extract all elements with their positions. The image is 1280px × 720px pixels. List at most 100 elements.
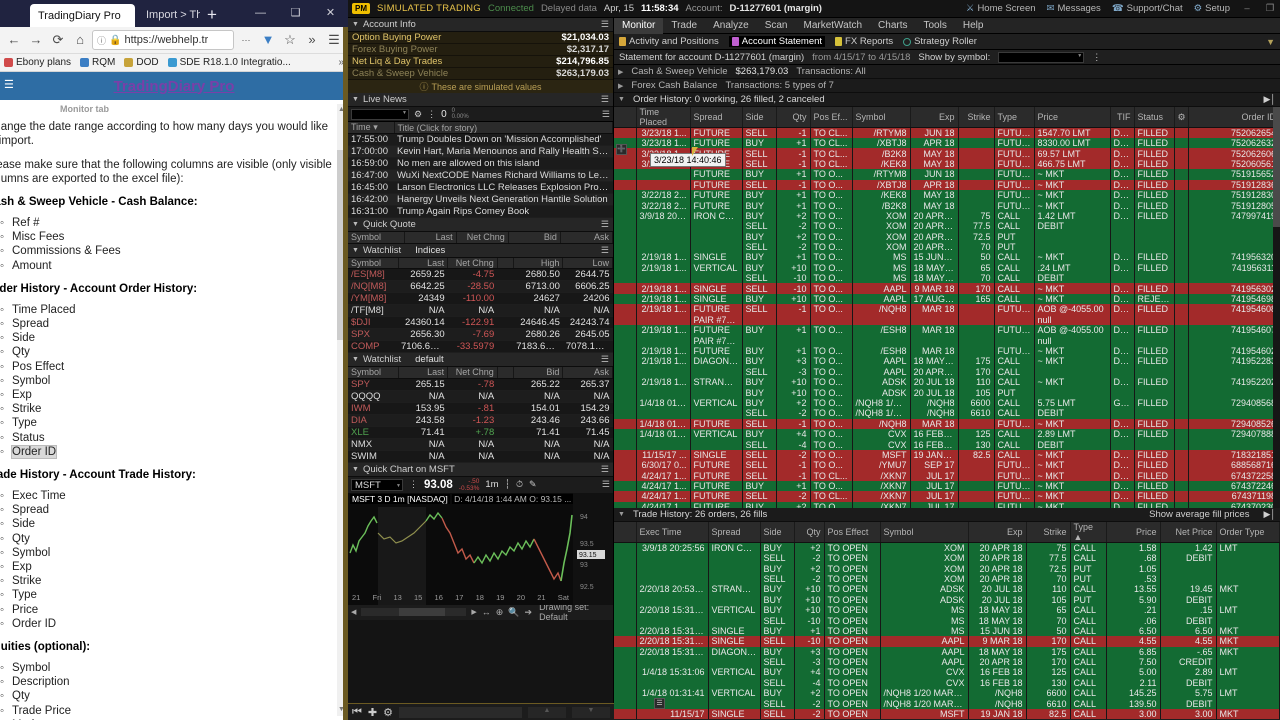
table-row[interactable]: 2/19/18 1... FUTURE BUY +1 TO O.../ESH8 MAR 1… [614, 325, 1280, 336]
table-row[interactable]: XLE 71.41 +.78 71.41 71.45 [348, 426, 613, 439]
table-row[interactable]: SPX 2656.30 -7.69 2680.26 2645.05 [348, 328, 613, 341]
table-row[interactable]: 2/19/18 1... DIAGONAL BUY +3 TO O... AAPL 18 M… [614, 356, 1280, 367]
column-last[interactable]: Last [398, 367, 449, 379]
table-row[interactable]: QQQQ N/A N/A N/A N/A [348, 390, 613, 403]
column-side[interactable]: Side [742, 107, 777, 128]
gadget-menu-icon[interactable]: ☰ [602, 479, 610, 490]
table-row[interactable]: 2/20/18 15:31:... SINGLE SELL -10 TO OPEN AAP… [614, 636, 1280, 647]
table-row[interactable]: COMP 7106.6498 -33.5979 7183.6237 7078.1386 [348, 340, 613, 353]
chevron-down-icon[interactable]: ▼ [352, 221, 359, 228]
gadget-menu-icon[interactable]: ☰ [601, 245, 609, 256]
table-row[interactable]: /NQ[M8] 6642.25 -28.50 6713.00 6606.25 [348, 280, 613, 293]
column-exp[interactable]: Exp [910, 107, 959, 128]
scroll-down-icon[interactable]: ▼ [572, 706, 610, 718]
chart-timeframe[interactable]: 1m [485, 479, 498, 490]
column-bid[interactable]: Bid [513, 367, 564, 379]
reload-icon[interactable]: ⟳ [48, 30, 68, 50]
forward-icon[interactable]: → [26, 30, 46, 50]
column-pos-effect[interactable]: Pos Ef... [810, 107, 853, 128]
table-row[interactable]: 2/20/18 15:31:... DIAGONAL BUY +3 TO OPEN AAP… [614, 646, 1280, 657]
chevron-down-icon[interactable]: ▼ [352, 466, 359, 473]
address-bar[interactable]: ⓘ 🔒 https://webhelp.tr [92, 30, 234, 50]
table-row[interactable]: Cash & Sweep Vehicle $263,179.03 [348, 68, 613, 80]
tab-marketwatch[interactable]: MarketWatch [796, 18, 871, 34]
column-ask[interactable]: Ask [560, 232, 614, 244]
table-row[interactable]: 16:45:00 Larson Electronics LLC Releases … [348, 181, 613, 194]
gadget-menu-icon[interactable]: ☰ [601, 354, 609, 365]
section-forex-cash-balance[interactable]: ▶ Forex Cash Balance Transactions: 5 typ… [614, 79, 1280, 93]
setup-button[interactable]: ⚙ Setup [1194, 3, 1230, 14]
table-row[interactable]: 2/20/18 15:31:... SINGLE BUY +1 TO OPEN MS 15 … [614, 625, 1280, 637]
table-row[interactable]: SWIM N/A N/A N/A N/A [348, 450, 613, 463]
column-qty[interactable]: Qty [794, 522, 825, 543]
quick-chart-canvas[interactable]: MSFT 3 D 1m [NASDAQ] D: 4/14/18 1:44 AM … [348, 492, 613, 605]
bookmark-1[interactable]: RQM [80, 57, 115, 68]
table-row[interactable]: 1/4/18 01:31:41 VERTICAL BUY +2 TO OPEN/NQH8… [614, 688, 1280, 699]
expand-icon[interactable]: ▶│ [1263, 94, 1276, 105]
column-net-chng[interactable]: Net Chng [456, 232, 509, 244]
tab-analyze[interactable]: Analyze [705, 18, 757, 34]
table-row[interactable]: 16:31:00 Trump Again Rips Comey Book [348, 205, 613, 218]
column-exp[interactable]: Exp [968, 522, 1027, 543]
gear-icon[interactable]: ⚙ [414, 109, 422, 120]
chevron-down-icon[interactable]: ▼ [352, 247, 359, 254]
scroll-up-icon[interactable]: ▲ [528, 706, 566, 718]
column-net-price[interactable]: Net Price [1160, 522, 1217, 543]
tab-trade[interactable]: Trade [663, 18, 705, 34]
column-exec-time[interactable]: Exec Time [636, 522, 709, 543]
maximize-icon[interactable]: ❑ [278, 0, 313, 27]
chart-scrollbar[interactable] [361, 608, 467, 616]
watchlist-preset[interactable]: default [415, 354, 444, 365]
column-side[interactable]: Side [760, 522, 795, 543]
table-row[interactable]: 16:42:00 Hanergy Unveils Next Generation … [348, 193, 613, 206]
column-ask[interactable]: Ask [562, 367, 613, 379]
column-last[interactable]: Last [398, 257, 449, 269]
column-last[interactable]: Last [404, 232, 457, 244]
column-qty[interactable]: Qty [776, 107, 811, 128]
tos-minimize-icon[interactable]: – [1241, 3, 1253, 14]
table-row[interactable]: 2/20/18 15:31:... VERTICAL BUY +10 TO OPEN MS… [614, 604, 1280, 616]
subtab-activity-and-positions[interactable]: Activity and Positions [619, 36, 719, 47]
chevron-down-icon[interactable]: ▼ [618, 511, 625, 518]
table-row[interactable]: 1/4/18 01:... VERTICAL BUY +4 TO O... CVX 16 F… [614, 428, 1280, 440]
table-row[interactable]: SELL -2 TO OPEN XOM 20 APR 18 70 PUT .53 [614, 573, 1280, 585]
symbol-filter-select[interactable] [998, 51, 1085, 63]
column-spark[interactable] [497, 257, 514, 269]
chevron-down-icon[interactable]: ▼ [352, 96, 359, 103]
column-net-chng[interactable]: Net Chng [447, 257, 498, 269]
page-info-icon[interactable]: ⓘ [97, 34, 106, 47]
minimize-icon[interactable]: — [243, 0, 278, 27]
live-news-header[interactable]: ▼ Live News ☰ [348, 93, 613, 107]
table-row[interactable]: BUY +2 TO O... XOM 20 APR 18 72.5 PUT [614, 231, 1280, 242]
table-row[interactable]: BUY +2 TO OPEN XOM 20 APR 18 72.5 PUT 1.05 [614, 563, 1280, 574]
table-row[interactable]: SELL -3 TO O... AAPL 20 APR 18 170 CALL [614, 366, 1280, 377]
gadget-menu-icon[interactable]: ☰ [601, 19, 609, 30]
chevron-down-icon[interactable]: ▼ [352, 356, 359, 363]
table-row[interactable]: 3/22/18 2... FUTURE BUY +1 TO O.../KEK8 MAY 1… [614, 189, 1280, 201]
table-row[interactable]: 3/9/18 20:25:56 IRON CON... BUY +2 TO OPEN XO… [614, 542, 1280, 553]
scrollbar-thumb[interactable] [399, 608, 446, 616]
table-row[interactable]: 17:00:00 Kevin Hart, Maria Menounos and R… [348, 145, 613, 158]
tab-charts[interactable]: Charts [870, 18, 915, 34]
menu-icon[interactable]: ☰ [324, 30, 344, 50]
column-low[interactable]: Low [562, 257, 613, 269]
tab-help[interactable]: Help [955, 18, 992, 34]
gadget-menu-icon[interactable]: ☰ [601, 219, 609, 230]
page-actions-icon[interactable]: ··· [236, 30, 256, 50]
table-row[interactable]: 2/19/18 1... VERTICAL BUY +10 TO O... MS 18 MA… [614, 262, 1280, 274]
row-drag-handle[interactable]: ☰ [654, 698, 665, 709]
bookmark-star-icon[interactable]: ☆ [280, 30, 300, 50]
watchlist-preset[interactable]: Indices [415, 245, 445, 256]
table-row[interactable]: NMX N/A N/A N/A N/A [348, 438, 613, 451]
table-row[interactable]: 11/15/17 ... SINGLE SELL -2 TO O... MSFT 19 JA… [614, 449, 1280, 461]
table-row[interactable]: SELL-2TO O.../NQH8 1/20 M.../NQH86610CAL… [614, 408, 1280, 419]
table-row[interactable]: 4/24/17 1... FUTURE BUY +2 TO O.../XKN7 JUL 1… [614, 501, 1280, 508]
table-row[interactable]: 11/15/17 SINGLE SELL -2 TO OPEN MSFT 19 JAN 18… [614, 708, 1280, 720]
crosshair-icon[interactable]: ⊕ [496, 607, 504, 618]
row-expand-icon[interactable]: ➕ [616, 144, 627, 155]
drawings-icon[interactable]: ✎ [529, 479, 537, 490]
column-tif[interactable]: TIF [1110, 107, 1135, 128]
table-row[interactable]: Net Liq & Day Trades $214,796.85 [348, 56, 613, 68]
table-row[interactable]: PAIR #741... null [614, 335, 1280, 346]
column-strike[interactable]: Strike [958, 107, 995, 128]
